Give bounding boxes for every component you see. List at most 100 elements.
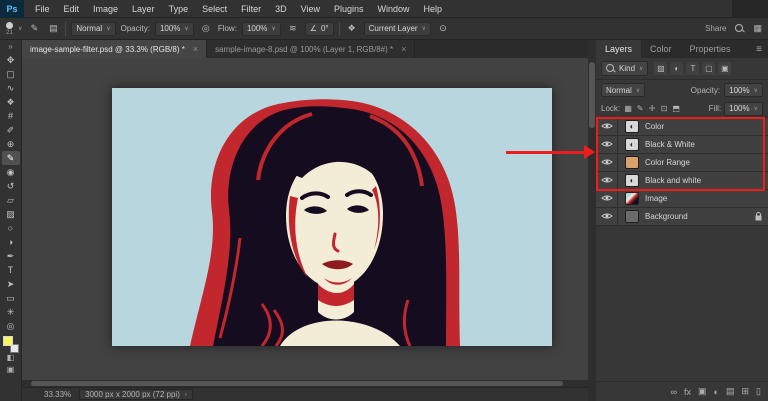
new-group-icon[interactable]: ▤ <box>726 386 735 397</box>
lasso-tool[interactable]: ∿ <box>2 81 20 95</box>
toolbar-collapse-icon[interactable]: » <box>8 42 12 53</box>
canvas-area[interactable] <box>22 58 588 380</box>
panel-tab-properties[interactable]: Properties <box>681 40 740 58</box>
pen-tool[interactable]: ✒ <box>2 249 20 263</box>
layer-visibility-toggle[interactable] <box>596 154 618 171</box>
zoom-level[interactable]: 33.33% <box>44 390 71 399</box>
new-adjustment-layer-icon[interactable]: ◐ <box>714 387 719 397</box>
menu-item-view[interactable]: View <box>294 0 327 18</box>
document-info-field[interactable]: 3000 px x 2000 px (72 ppi) › <box>79 389 193 400</box>
blend-mode-select[interactable]: Normal ∨ <box>71 22 115 36</box>
filter-smart-objects-icon[interactable]: ▣ <box>718 62 731 75</box>
filter-adjustment-layers-icon[interactable]: ◐ <box>670 62 683 75</box>
menu-item-layer[interactable]: Layer <box>125 0 162 18</box>
document-tab[interactable]: image-sample-filter.psd @ 33.3% (RGB/8) … <box>22 40 207 58</box>
layer-thumbnail[interactable] <box>625 210 639 223</box>
brush-settings-icon[interactable]: ✎ <box>27 23 41 34</box>
hand-tool[interactable]: ✳ <box>2 305 20 319</box>
layer-thumbnail[interactable] <box>625 156 639 169</box>
brush-panel-toggle-icon[interactable]: ▤ <box>46 23 60 34</box>
dodge-tool[interactable]: ◑ <box>2 235 20 249</box>
brush-preset-caret-icon[interactable]: ∨ <box>18 25 22 32</box>
shape-tool[interactable]: ▭ <box>2 291 20 305</box>
foreground-color-swatch[interactable] <box>3 336 13 346</box>
layer-row-color-range[interactable]: Color Range <box>596 154 768 172</box>
layer-visibility-toggle[interactable] <box>596 208 618 225</box>
menu-item-help[interactable]: Help <box>417 0 450 18</box>
brush-preset-picker[interactable]: 21 <box>6 22 13 36</box>
layer-thumbnail[interactable]: ◐ <box>625 138 639 151</box>
menu-item-plugins[interactable]: Plugins <box>327 0 371 18</box>
layer-fill-select[interactable]: 100% ∨ <box>724 102 763 116</box>
zoom-tool[interactable]: ◎ <box>2 319 20 333</box>
layer-visibility-toggle[interactable] <box>596 136 618 153</box>
menu-item-file[interactable]: File <box>28 0 57 18</box>
link-layers-icon[interactable]: ∞ <box>671 387 677 397</box>
type-tool[interactable]: T <box>2 263 20 277</box>
pressure-opacity-icon[interactable]: ◎ <box>199 23 213 34</box>
sample-all-layers-icon[interactable]: ⊙ <box>436 23 450 34</box>
opacity-select[interactable]: 100% ∨ <box>155 22 194 36</box>
blur-tool[interactable]: ○ <box>2 221 20 235</box>
layer-row-image[interactable]: Image <box>596 190 768 208</box>
sample-select[interactable]: Current Layer ∨ <box>364 22 431 36</box>
menu-item-edit[interactable]: Edit <box>57 0 87 18</box>
brush-angle-field[interactable]: ∠ 0° <box>305 22 334 36</box>
airbrush-icon[interactable]: ≋ <box>286 23 300 34</box>
workspace-switcher-icon[interactable]: ▦ <box>753 23 762 34</box>
brush-tool[interactable]: ✎ <box>2 151 20 165</box>
layer-row-black-and-white[interactable]: ◐Black and white <box>596 172 768 190</box>
marquee-tool[interactable]: ▢ <box>2 67 20 81</box>
vertical-scrollbar-thumb[interactable] <box>589 62 595 128</box>
lock-all-icon[interactable]: ⬒ <box>671 104 681 113</box>
panel-menu-icon[interactable]: ≡ <box>750 40 768 58</box>
clone-stamp-tool[interactable]: ◉ <box>2 165 20 179</box>
menu-item-select[interactable]: Select <box>195 0 234 18</box>
lock-artboard-icon[interactable]: ⊡ <box>659 104 669 113</box>
filter-kind-select[interactable]: Kind ∨ <box>601 61 648 76</box>
layer-row-background[interactable]: Background <box>596 208 768 226</box>
delete-layer-icon[interactable]: ▯ <box>756 386 761 397</box>
menu-item-3d[interactable]: 3D <box>268 0 294 18</box>
lock-paint-icon[interactable]: ✎ <box>635 104 645 113</box>
eyedropper-tool[interactable]: ✐ <box>2 123 20 137</box>
eraser-tool[interactable]: ▱ <box>2 193 20 207</box>
menu-item-type[interactable]: Type <box>162 0 196 18</box>
layer-thumbnail[interactable]: ◐ <box>625 174 639 187</box>
layer-thumbnail[interactable]: ◐ <box>625 120 639 133</box>
search-icon[interactable] <box>735 24 744 33</box>
gradient-tool[interactable]: ▨ <box>2 207 20 221</box>
layer-thumbnail[interactable] <box>625 192 639 205</box>
symmetry-icon[interactable]: ❖ <box>345 23 359 34</box>
vertical-scrollbar[interactable] <box>588 40 596 401</box>
lock-position-icon[interactable]: ✛ <box>647 104 657 113</box>
flow-select[interactable]: 100% ∨ <box>242 22 281 36</box>
history-brush-tool[interactable]: ↺ <box>2 179 20 193</box>
layer-row-color[interactable]: ◐Color <box>596 118 768 136</box>
layer-visibility-toggle[interactable] <box>596 190 618 207</box>
close-icon[interactable]: × <box>193 44 198 54</box>
crop-tool[interactable]: # <box>2 109 20 123</box>
layer-blend-mode-select[interactable]: Normal ∨ <box>601 83 645 97</box>
layer-effects-icon[interactable]: fx <box>684 387 691 397</box>
filter-shape-layers-icon[interactable]: ▢ <box>702 62 715 75</box>
close-icon[interactable]: × <box>401 44 406 54</box>
document-tab[interactable]: sample-image-8.psd @ 100% (Layer 1, RGB/… <box>207 40 415 58</box>
add-layer-mask-icon[interactable]: ▣ <box>698 386 707 397</box>
lock-transparency-icon[interactable]: ▦ <box>623 104 633 113</box>
canvas-image[interactable] <box>112 88 552 346</box>
layer-visibility-toggle[interactable] <box>596 172 618 189</box>
panel-tab-layers[interactable]: Layers <box>596 40 641 58</box>
panel-tab-color[interactable]: Color <box>641 40 681 58</box>
quick-mask-icon[interactable]: ◧ <box>7 353 15 365</box>
healing-brush-tool[interactable]: ⊕ <box>2 137 20 151</box>
menu-item-filter[interactable]: Filter <box>234 0 268 18</box>
move-tool[interactable]: ✥ <box>2 53 20 67</box>
layer-visibility-toggle[interactable] <box>596 118 618 135</box>
share-button[interactable]: Share <box>705 24 726 33</box>
layer-opacity-select[interactable]: 100% ∨ <box>724 83 763 97</box>
screen-mode-icon[interactable]: ▣ <box>7 365 15 377</box>
horizontal-scrollbar-thumb[interactable] <box>31 381 563 386</box>
filter-pixel-layers-icon[interactable]: ▨ <box>654 62 667 75</box>
path-selection-tool[interactable]: ➤ <box>2 277 20 291</box>
